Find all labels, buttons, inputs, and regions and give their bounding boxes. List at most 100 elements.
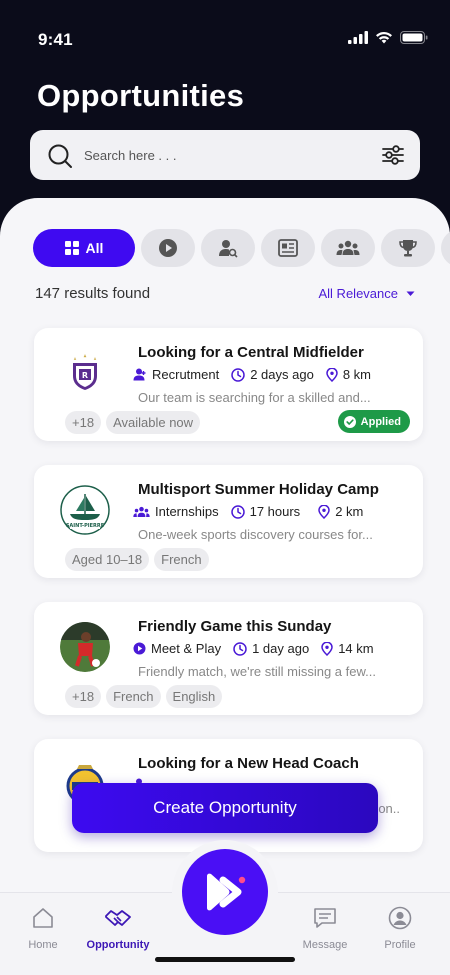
status-time: 9:41: [38, 30, 73, 49]
chip-recruitment[interactable]: [201, 229, 255, 267]
card-category-label: Internships: [155, 504, 219, 519]
filter-settings-icon[interactable]: [380, 142, 406, 168]
handshake-icon: [105, 910, 131, 926]
location-pin-icon: [318, 504, 330, 519]
card-title: Looking for a New Head Coach: [138, 755, 359, 772]
card-time: 1 day ago: [233, 641, 309, 656]
svg-text:SAINT-PIERRE: SAINT-PIERRE: [66, 523, 105, 529]
card-description: Our team is searching for a skilled and.…: [138, 390, 371, 405]
chip-more[interactable]: [441, 229, 450, 267]
card-title: Friendly Game this Sunday: [138, 618, 332, 635]
nav-profile[interactable]: Profile: [360, 905, 440, 951]
signal-icon: [348, 31, 368, 44]
card-category-label: Recrutment: [152, 367, 220, 382]
card-time-label: 1 day ago: [252, 641, 310, 656]
nav-opportunity-label: Opportunity: [86, 939, 150, 951]
applied-label: Applied: [360, 415, 401, 428]
chevron-down-icon: [406, 291, 415, 296]
opportunity-card[interactable]: R Looking for a Central Midfielder Recru…: [34, 328, 423, 441]
card-time: 2 days ago: [231, 367, 314, 382]
chip-news[interactable]: [261, 229, 315, 267]
play-circle-icon: [133, 642, 146, 655]
clock-icon: [233, 641, 247, 656]
card-category: Meet & Play: [133, 641, 221, 656]
trophy-icon: [399, 240, 417, 257]
check-circle-icon: [343, 415, 356, 428]
user-plus-icon: [133, 368, 146, 381]
wifi-icon: [376, 31, 392, 44]
person-search-icon: [219, 240, 238, 258]
chip-all[interactable]: All: [33, 229, 135, 267]
clock-icon: [230, 504, 245, 519]
card-distance-label: 8 km: [342, 367, 371, 382]
card-distance: 14 km: [321, 641, 374, 656]
tag: French: [106, 685, 161, 708]
chip-meet-play[interactable]: [141, 229, 195, 267]
card-time-label: 17 hours: [249, 504, 301, 519]
tag: +18: [65, 685, 102, 708]
card-meta: Meet & Play 1 day ago 14 km: [133, 641, 386, 656]
tag: +18: [65, 411, 102, 434]
card-meta: Internships 17 hours 2 km: [133, 504, 375, 519]
chip-tournaments[interactable]: [381, 229, 435, 267]
group-icon: [133, 506, 150, 517]
grid-icon: [64, 241, 79, 255]
opportunity-card[interactable]: SAINT-PIERRE Multisport Summer Holiday C…: [34, 465, 423, 578]
tag: English: [165, 685, 223, 708]
results-count: 147 results found: [35, 285, 151, 302]
location-pin-icon: [321, 641, 333, 656]
sort-dropdown[interactable]: All Relevance: [319, 286, 416, 301]
card-distance-label: 2 km: [335, 504, 364, 519]
group-icon: [336, 240, 360, 255]
card-title: Looking for a Central Midfielder: [138, 344, 364, 361]
search-icon: [48, 144, 72, 168]
page-title: Opportunities: [37, 78, 245, 113]
tag: Available now: [106, 411, 201, 434]
nav-profile-label: Profile: [384, 939, 416, 951]
tag: French: [154, 548, 209, 571]
club-logo-anderlecht: R: [60, 348, 110, 398]
status-bar: 9:41: [0, 0, 450, 80]
home-indicator: [155, 957, 295, 962]
app-logo-icon: [207, 873, 246, 911]
chip-internships[interactable]: [321, 229, 375, 267]
battery-icon: [400, 31, 428, 44]
svg-text:R: R: [82, 371, 88, 380]
card-time: 17 hours: [230, 504, 301, 519]
card-distance: 8 km: [326, 367, 371, 382]
nav-home[interactable]: Home: [3, 905, 83, 951]
player-photo: [60, 622, 110, 672]
nav-opportunity[interactable]: Opportunity: [78, 905, 158, 951]
nav-message-label: Message: [302, 939, 348, 951]
home-icon: [33, 908, 53, 928]
card-description: One-week sports discovery courses for...: [138, 527, 373, 542]
card-category: Recrutment: [133, 367, 219, 382]
search-input[interactable]: [84, 130, 354, 180]
card-meta: Recrutment 2 days ago 8 km: [133, 367, 383, 382]
message-icon: [314, 908, 336, 928]
nav-message[interactable]: Message: [285, 905, 365, 951]
create-opportunity-button[interactable]: Create Opportunity: [72, 783, 378, 833]
chip-all-label: All: [85, 240, 104, 256]
category-filter-chips: All: [33, 229, 450, 267]
sort-label: All Relevance: [318, 286, 399, 301]
status-icons: [348, 31, 428, 44]
app-logo-fab[interactable]: [182, 849, 268, 935]
card-time-label: 2 days ago: [250, 367, 314, 382]
play-icon: [159, 239, 177, 257]
news-card-icon: [278, 239, 298, 257]
card-tags: +18 French English: [65, 685, 223, 708]
club-logo-saint-pierre-uccle: SAINT-PIERRE: [60, 485, 110, 535]
card-description: Friendly match, we're still missing a fe…: [138, 664, 376, 679]
results-row: 147 results found All Relevance: [35, 284, 415, 304]
nav-home-label: Home: [28, 939, 58, 951]
search-bar[interactable]: [30, 130, 420, 180]
opportunity-card[interactable]: Friendly Game this Sunday Meet & Play 1 …: [34, 602, 423, 715]
clock-icon: [231, 367, 245, 382]
card-distance-label: 14 km: [338, 641, 374, 656]
card-tags: Aged 10–18 French: [65, 548, 209, 571]
card-category-label: Meet & Play: [151, 641, 222, 656]
tag: Aged 10–18: [65, 548, 150, 571]
card-distance: 2 km: [318, 504, 363, 519]
applied-badge: Applied: [337, 410, 410, 433]
